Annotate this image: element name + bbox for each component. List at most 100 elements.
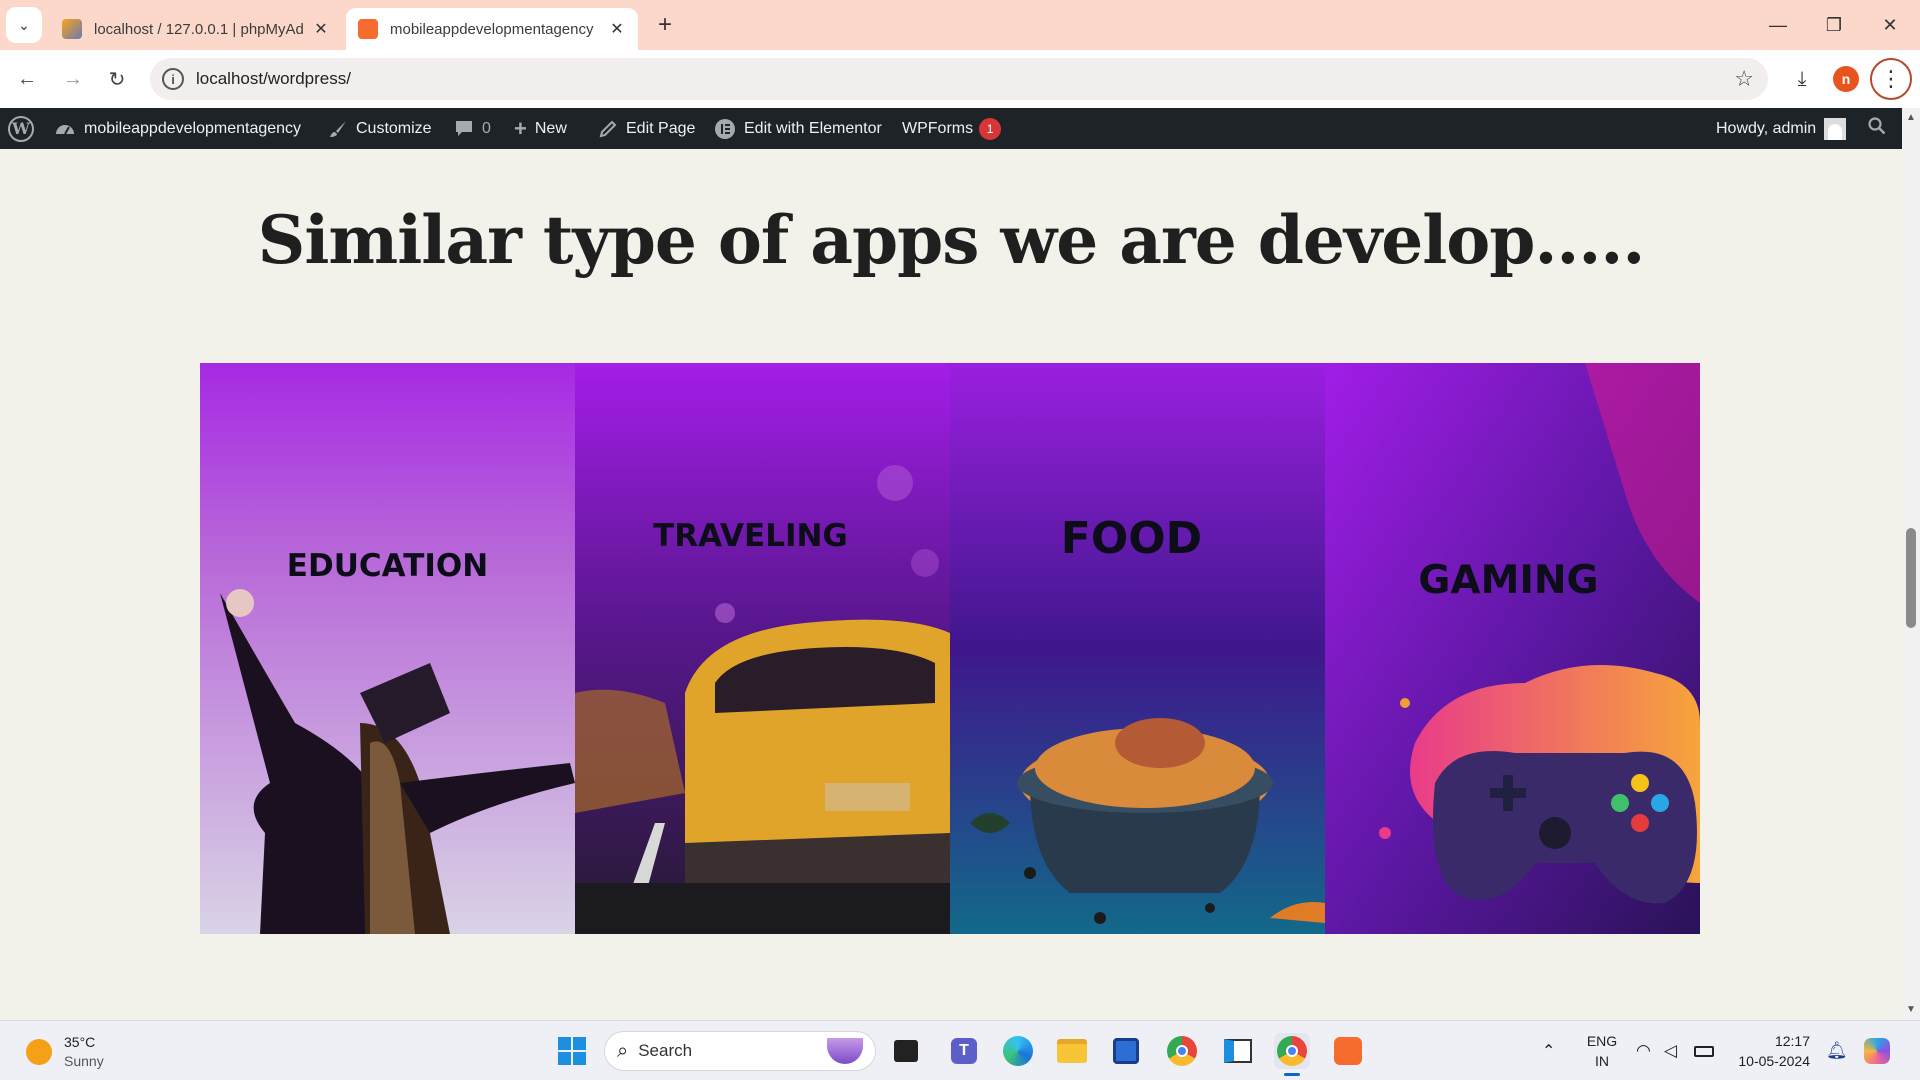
chevron-down-icon: ⌄ [18, 16, 30, 33]
volume-status[interactable]: ◁ [1664, 1021, 1677, 1080]
page-content: Similar type of apps we are develop.....… [0, 149, 1902, 1020]
weather-text: 35°C Sunny [64, 1033, 104, 1071]
browser-tabstrip: ⌄ localhost / 127.0.0.1 | phpMyAd ✕ mobi… [0, 0, 1920, 50]
folder-icon [1057, 1039, 1087, 1063]
store-button[interactable] [1108, 1033, 1144, 1069]
wordpress-icon: W [8, 115, 34, 142]
plus-icon: + [514, 115, 527, 141]
card-gaming[interactable]: GAMING [1325, 363, 1700, 934]
store-icon [1113, 1038, 1139, 1064]
customize-link[interactable]: Customize [328, 108, 432, 149]
pencil-icon [598, 119, 618, 139]
chrome-button[interactable] [1164, 1033, 1200, 1069]
language-indicator[interactable]: ENG IN [1582, 1031, 1622, 1071]
browser-menu-button[interactable]: ⋮ [1870, 58, 1912, 100]
back-button[interactable]: ← [10, 62, 44, 96]
chrome-icon [1167, 1036, 1197, 1066]
teams-button[interactable]: T [946, 1033, 982, 1069]
new-tab-button[interactable]: + [650, 10, 680, 40]
admin-search-button[interactable] [1868, 108, 1886, 149]
battery-status[interactable] [1694, 1021, 1714, 1080]
tab-phpmyadmin[interactable]: localhost / 127.0.0.1 | phpMyAd ✕ [50, 8, 342, 50]
wp-logo-menu[interactable]: W [8, 108, 34, 149]
page-scrollbar[interactable]: ▲ ▼ [1902, 108, 1920, 1020]
bell-icon: 🔔︎ [1826, 1041, 1848, 1060]
search-icon [1868, 117, 1886, 140]
search-icon: ⌕ [617, 1039, 629, 1062]
close-tab-icon[interactable]: ✕ [308, 16, 334, 42]
xampp-button[interactable] [1330, 1033, 1366, 1069]
restore-button[interactable]: ❐ [1806, 0, 1862, 50]
card-traveling[interactable]: TRAVELING [575, 363, 950, 934]
active-app-indicator [1284, 1073, 1300, 1076]
browser-toolbar: ← → ↻ i localhost/wordpress/ ☆ ⤓ n ⋮ [0, 50, 1920, 108]
tab-mobileappdevelopmentagency[interactable]: mobileappdevelopmentagency ✕ [346, 8, 638, 50]
reload-icon: ↻ [108, 68, 126, 91]
windows-icon [558, 1037, 586, 1065]
phpmyadmin-icon [62, 19, 82, 39]
close-tab-icon[interactable]: ✕ [604, 16, 630, 42]
xampp-icon [358, 19, 378, 39]
scroll-down-arrow-icon[interactable]: ▼ [1906, 1004, 1916, 1015]
section-heading: Similar type of apps we are develop..... [257, 201, 1646, 279]
windows-taskbar: 35°C Sunny ⌕ Search T ⌃ ENG IN ◠ ◁ 12:17… [0, 1020, 1920, 1080]
minimize-button[interactable]: — [1750, 0, 1806, 50]
tab-search-button[interactable]: ⌄ [6, 7, 42, 43]
dashboard-icon [54, 118, 76, 140]
window-icon [1224, 1039, 1252, 1063]
new-content-link[interactable]: + New [514, 108, 567, 149]
card-label: EDUCATION [286, 548, 489, 584]
taskbar-search[interactable]: ⌕ Search [604, 1031, 876, 1071]
copilot-bowl-icon [827, 1038, 863, 1064]
close-window-button[interactable]: ✕ [1862, 0, 1918, 50]
card-education[interactable]: EDUCATION [200, 363, 575, 934]
profile-button[interactable]: n [1830, 63, 1862, 95]
search-placeholder: Search [638, 1041, 693, 1060]
chrome-profile-button[interactable] [1274, 1033, 1310, 1069]
customize-label: Customize [356, 119, 432, 137]
bookmark-star-icon[interactable]: ☆ [1734, 66, 1754, 92]
app-categories-gallery: EDUCATION TRAVELING FOOD GAMING [200, 363, 1700, 934]
user-avatar-icon [1824, 117, 1847, 140]
tray-overflow-button[interactable]: ⌃ [1542, 1021, 1555, 1080]
edit-with-elementor-label: Edit with Elementor [744, 119, 882, 137]
notification-badge: 1 [979, 117, 1002, 140]
my-account-menu[interactable]: Howdy, admin [1716, 108, 1847, 149]
system-clock[interactable]: 12:17 10-05-2024 [1732, 1031, 1810, 1071]
reload-button[interactable]: ↻ [100, 62, 134, 96]
tab-title: mobileappdevelopmentagency [390, 20, 594, 38]
wp-admin-bar: W mobileappdevelopmentagency Customize 0… [0, 108, 1902, 149]
battery-icon [1694, 1045, 1714, 1057]
yellow-taxi-image [575, 363, 950, 934]
biryani-pot-image [950, 363, 1325, 934]
arrow-right-icon: → [63, 67, 83, 90]
url-text[interactable]: localhost/wordpress/ [196, 69, 351, 89]
card-label: GAMING [1418, 558, 1599, 603]
weather-widget[interactable]: 35°C Sunny [26, 1033, 104, 1071]
scroll-thumb[interactable] [1906, 528, 1916, 628]
more-vertical-icon: ⋮ [1870, 58, 1912, 100]
file-explorer-button[interactable] [1054, 1033, 1090, 1069]
edit-with-elementor-link[interactable]: Edit with Elementor [714, 108, 882, 149]
notifications-button[interactable]: 🔔︎ [1826, 1021, 1848, 1080]
card-food[interactable]: FOOD [950, 363, 1325, 934]
downloads-button[interactable]: ⤓ [1786, 63, 1818, 95]
wifi-icon: ◠ [1636, 1041, 1651, 1060]
forward-button[interactable]: → [56, 62, 90, 96]
task-view-button[interactable] [888, 1033, 924, 1069]
edit-page-link[interactable]: Edit Page [598, 108, 695, 149]
start-button[interactable] [554, 1033, 590, 1069]
network-status[interactable]: ◠ [1636, 1021, 1651, 1080]
comments-link[interactable]: 0 [454, 108, 491, 149]
scroll-up-arrow-icon[interactable]: ▲ [1906, 112, 1916, 123]
address-bar[interactable]: i localhost/wordpress/ ☆ [150, 58, 1768, 100]
edge-button[interactable] [1000, 1033, 1036, 1069]
wpforms-menu[interactable]: WPForms 1 [902, 108, 1002, 149]
teams-icon: T [951, 1038, 977, 1064]
app-window-button[interactable] [1220, 1033, 1256, 1069]
temperature: 35°C [64, 1034, 96, 1050]
chevron-up-icon: ⌃ [1542, 1043, 1556, 1060]
site-info-icon[interactable]: i [162, 68, 184, 90]
site-name-link[interactable]: mobileappdevelopmentagency [54, 108, 301, 149]
copilot-button[interactable] [1864, 1021, 1890, 1080]
